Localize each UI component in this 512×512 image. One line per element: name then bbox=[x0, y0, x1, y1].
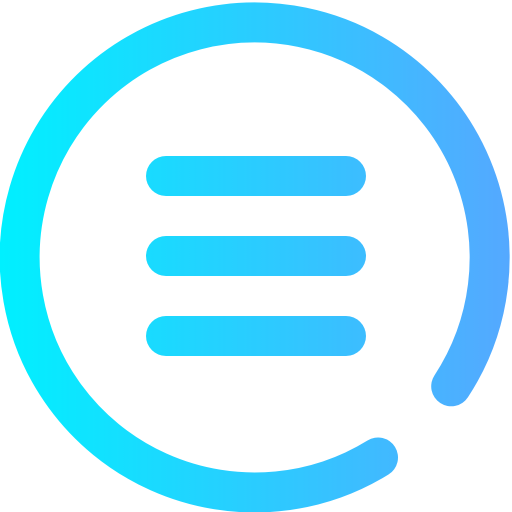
menu-circle-icon[interactable] bbox=[0, 0, 512, 512]
menu-circle-graphic bbox=[0, 2, 510, 512]
hamburger-lines bbox=[146, 156, 366, 356]
